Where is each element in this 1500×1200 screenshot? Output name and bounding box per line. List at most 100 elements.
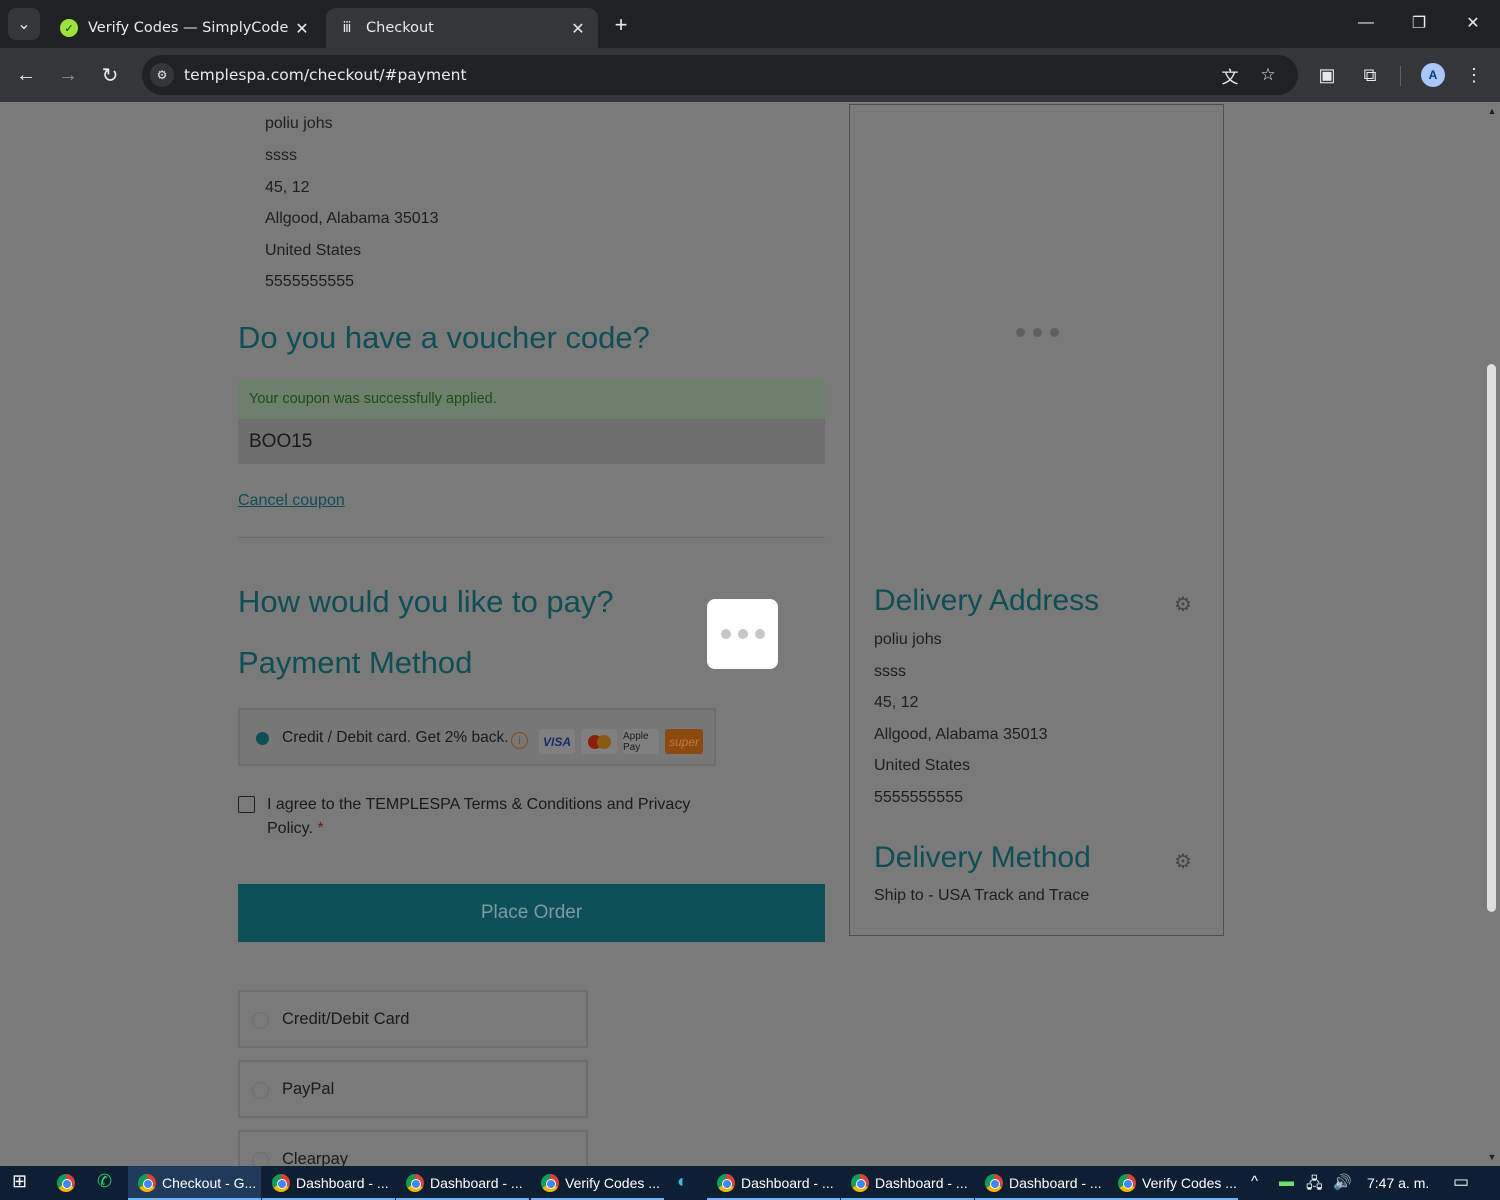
templespa-icon: ⅲ	[342, 20, 352, 36]
coupon-success-message: Your coupon was successfully applied.	[238, 379, 825, 419]
close-icon[interactable]: ✕	[288, 19, 316, 38]
reload-icon: ↻	[101, 64, 119, 87]
terms-label: I agree to the TEMPLESPA Terms & Conditi…	[267, 793, 727, 841]
chrome-icon	[272, 1174, 290, 1192]
option-label: Clearpay	[282, 1150, 349, 1166]
loading-dots	[1016, 328, 1059, 337]
address-line: ssss	[265, 147, 297, 164]
taskbar-app-label: Checkout - G...	[162, 1175, 257, 1191]
forward-button[interactable]: →	[53, 60, 83, 90]
page-scrollbar[interactable]: ▲ ▼	[1484, 102, 1500, 1166]
network-icon[interactable]: 🖧	[1306, 1173, 1323, 1198]
radio-unselected[interactable]	[252, 1082, 269, 1099]
taskbar-app[interactable]: Verify Codes ...	[531, 1166, 664, 1200]
address-line: Allgood, Alabama 35013	[874, 726, 1048, 743]
payment-option-credit-debit[interactable]: Credit/Debit Card	[238, 990, 588, 1048]
windows-start-icon[interactable]: ⊞	[12, 1171, 27, 1192]
taskbar-app-label: Dashboard - ...	[430, 1175, 523, 1191]
taskbar-app[interactable]: Verify Codes ...	[1108, 1166, 1238, 1200]
coupon-code-value: BOO15	[249, 431, 313, 452]
payment-method-heading: Payment Method	[238, 645, 473, 680]
chevron-up-icon[interactable]: ^	[1251, 1173, 1258, 1190]
tab-checkout[interactable]: ⅲ Checkout ✕	[326, 8, 598, 48]
option-label: PayPal	[282, 1080, 335, 1098]
payment-option-card[interactable]: Credit / Debit card. Get 2% back. i VISA…	[238, 708, 716, 766]
payment-option-clearpay[interactable]: Clearpay	[238, 1130, 588, 1166]
taskbar-app-label: Dashboard - ...	[741, 1175, 834, 1191]
address-line: poliu johs	[265, 115, 333, 132]
volume-icon[interactable]: 🔊	[1333, 1173, 1352, 1191]
gear-icon[interactable]: ⚙	[1173, 595, 1193, 615]
puzzle-icon[interactable]: ⧉	[1355, 60, 1385, 90]
chrome-icon	[138, 1174, 156, 1192]
info-icon[interactable]: i	[511, 732, 528, 749]
tray-app-icon[interactable]: ▬	[1279, 1173, 1294, 1190]
success-text: Your coupon was successfully applied.	[249, 391, 497, 407]
new-tab-button[interactable]: +	[606, 10, 636, 40]
url-text[interactable]: templespa.com/checkout/#payment	[184, 66, 467, 84]
taskbar-clock[interactable]: 7:47 a. m.	[1367, 1175, 1429, 1191]
more-vert-icon[interactable]: ⋮	[1459, 60, 1489, 90]
extension-icon[interactable]: ▣	[1312, 60, 1342, 90]
chrome-icon	[406, 1174, 424, 1192]
tab-search-button[interactable]: ⌄	[8, 8, 40, 40]
star-icon[interactable]: ☆	[1256, 63, 1280, 87]
scroll-down-arrow[interactable]: ▼	[1487, 1152, 1497, 1162]
taskbar-app-label: Dashboard - ...	[296, 1175, 389, 1191]
chrome-icon	[985, 1174, 1003, 1192]
gear-icon[interactable]: ⚙	[1173, 852, 1193, 872]
address-line: United States	[874, 757, 971, 774]
taskbar-app[interactable]: Dashboard - ...	[707, 1166, 840, 1200]
back-button[interactable]: ←	[11, 60, 41, 90]
mastercard-icon	[581, 729, 617, 754]
taskbar-app[interactable]: Dashboard - ...	[396, 1166, 529, 1200]
reload-button[interactable]: ↻	[95, 60, 125, 90]
edge-icon[interactable]: ◐	[677, 1171, 688, 1192]
radio-unselected[interactable]	[252, 1012, 269, 1029]
chrome-icon	[851, 1174, 869, 1192]
close-icon[interactable]: ✕	[564, 19, 592, 38]
voucher-heading: Do you have a voucher code?	[238, 320, 650, 355]
section-divider	[238, 537, 825, 538]
simplycodes-icon: ✓	[60, 19, 78, 37]
browser-toolbar: ← → ↻ ⚙ templespa.com/checkout/#payment …	[0, 48, 1500, 102]
place-order-button[interactable]: Place Order	[238, 884, 825, 942]
tab-label: Checkout	[366, 20, 434, 36]
radio-selected[interactable]	[256, 732, 269, 745]
taskbar-app[interactable]: Checkout - G...	[128, 1166, 261, 1200]
required-mark: *	[317, 820, 324, 837]
chrome-icon	[1118, 1174, 1136, 1192]
minimize-button[interactable]: —	[1346, 8, 1386, 38]
terms-text: I agree to the TEMPLESPA Terms & Conditi…	[267, 796, 691, 837]
close-window-button[interactable]: ✕	[1453, 8, 1493, 38]
profile-avatar[interactable]: A	[1421, 63, 1445, 87]
chrome-icon[interactable]	[57, 1174, 81, 1192]
chrome-icon	[541, 1174, 559, 1192]
address-line: poliu johs	[874, 631, 942, 648]
payment-option-paypal[interactable]: PayPal	[238, 1060, 588, 1118]
tab-label: Verify Codes — SimplyCodes	[88, 20, 288, 36]
coupon-code-field[interactable]: BOO15	[238, 419, 825, 464]
scroll-thumb[interactable]	[1487, 364, 1496, 912]
whatsapp-icon[interactable]: ✆	[97, 1171, 112, 1192]
address-line: United States	[265, 242, 362, 259]
restore-button[interactable]: ❐	[1399, 8, 1439, 38]
taskbar-app-label: Verify Codes ...	[1142, 1175, 1237, 1191]
terms-checkbox[interactable]	[238, 796, 255, 813]
translate-icon[interactable]: 文	[1218, 63, 1242, 87]
tab-verify-codes[interactable]: ✓ Verify Codes — SimplyCodes ✕	[48, 8, 322, 48]
taskbar-app[interactable]: Dashboard - ...	[262, 1166, 395, 1200]
loading-spinner	[707, 599, 778, 669]
visa-icon: VISA	[539, 729, 575, 754]
radio-unselected[interactable]	[252, 1152, 269, 1166]
apple-pay-icon: Apple Pay	[623, 729, 659, 754]
taskbar-app[interactable]: Dashboard - ...	[841, 1166, 974, 1200]
taskbar-app[interactable]: Dashboard - ...	[975, 1166, 1108, 1200]
site-info-icon[interactable]: ⚙	[150, 63, 174, 87]
cancel-coupon-link[interactable]: Cancel coupon	[238, 492, 345, 510]
windows-taskbar: ⊞ ✆ Checkout - G... Dashboard - ... Dash…	[0, 1166, 1500, 1200]
address-bar[interactable]: ⚙ templespa.com/checkout/#payment 文 ☆	[142, 55, 1298, 95]
payment-heading: How would you like to pay?	[238, 584, 614, 619]
notifications-icon[interactable]: ▭	[1453, 1172, 1469, 1192]
scroll-up-arrow[interactable]: ▲	[1487, 106, 1497, 116]
